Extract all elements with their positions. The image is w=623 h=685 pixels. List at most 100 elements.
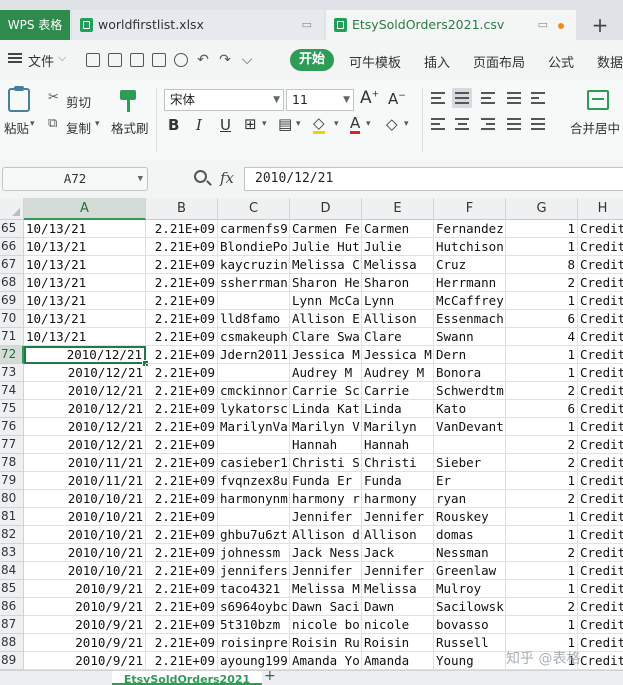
cell-h77[interactable]: Credit	[578, 436, 623, 454]
font-color-icon[interactable]: A	[350, 115, 361, 134]
cell-a70[interactable]: 10/13/21	[24, 310, 146, 328]
row-header[interactable]: 80	[0, 490, 24, 508]
cell-h80[interactable]: Credit	[578, 490, 623, 508]
cell-f68[interactable]: Herrmann	[434, 274, 506, 292]
cell-h86[interactable]: Credit	[578, 598, 623, 616]
zoom-search-icon[interactable]	[194, 170, 207, 183]
font-name-select[interactable]: 宋体 ▼	[164, 89, 284, 111]
copy-button[interactable]: 复制	[66, 118, 91, 137]
cell-c84[interactable]: jennifers	[218, 562, 290, 580]
spreadsheet-grid[interactable]: A B C D E F G H 65 10/13/21 2.21E+09 carmenfs9 Carme…	[0, 198, 623, 670]
cell-a78[interactable]: 2010/11/21	[24, 454, 146, 472]
cell-d72[interactable]: Jessica M	[290, 346, 362, 364]
cell-h84[interactable]: Credit	[578, 562, 623, 580]
cell-a74[interactable]: 2010/12/21	[24, 382, 146, 400]
cell-g86[interactable]: 2	[506, 598, 578, 616]
add-sheet-button[interactable]: +	[264, 668, 276, 684]
row-header[interactable]: 88	[0, 634, 24, 652]
cell-g87[interactable]: 1	[506, 616, 578, 634]
cell-e77[interactable]: Hannah	[362, 436, 434, 454]
cell-c67[interactable]: kaycruzin	[218, 256, 290, 274]
cell-f71[interactable]: Swann	[434, 328, 506, 346]
chevron-down-icon[interactable]: ▾	[30, 119, 35, 129]
cell-a82[interactable]: 2010/10/21	[24, 526, 146, 544]
column-header-b[interactable]: B	[146, 198, 218, 220]
cell-c65[interactable]: carmenfs9	[218, 220, 290, 238]
cell-d83[interactable]: Jack Ness	[290, 544, 362, 562]
cell-b67[interactable]: 2.21E+09	[146, 256, 218, 274]
cell-a67[interactable]: 10/13/21	[24, 256, 146, 274]
cell-c75[interactable]: lykatorsc	[218, 400, 290, 418]
cell-d78[interactable]: Christi S	[290, 454, 362, 472]
cell-g73[interactable]: 1	[506, 364, 578, 382]
cell-b65[interactable]: 2.21E+09	[146, 220, 218, 238]
scissors-icon[interactable]: ✂	[48, 90, 59, 105]
cell-d68[interactable]: Sharon He	[290, 274, 362, 292]
align-center-icon[interactable]	[452, 114, 472, 134]
cell-e73[interactable]: Audrey M	[362, 364, 434, 382]
save-icon[interactable]	[108, 53, 122, 67]
cell-d71[interactable]: Clare Swa	[290, 328, 362, 346]
cell-a76[interactable]: 2010/12/21	[24, 418, 146, 436]
formula-input[interactable]: 2010/12/21	[244, 167, 623, 191]
cell-b77[interactable]: 2.21E+09	[146, 436, 218, 454]
cell-f82[interactable]: domas	[434, 526, 506, 544]
cell-e69[interactable]: Lynn	[362, 292, 434, 310]
italic-icon[interactable]: I	[196, 116, 202, 134]
chevron-down-icon[interactable]: ⌵	[58, 51, 66, 65]
cell-h89[interactable]: Credit	[578, 652, 623, 670]
cell-b75[interactable]: 2.21E+09	[146, 400, 218, 418]
column-header-c[interactable]: C	[218, 198, 290, 220]
cell-a83[interactable]: 2010/10/21	[24, 544, 146, 562]
cell-d88[interactable]: Roisin Ru	[290, 634, 362, 652]
cell-g79[interactable]: 1	[506, 472, 578, 490]
font-size-select[interactable]: 11 ▼	[286, 89, 354, 111]
row-header[interactable]: 78	[0, 454, 24, 472]
row-header[interactable]: 83	[0, 544, 24, 562]
cell-b80[interactable]: 2.21E+09	[146, 490, 218, 508]
row-header[interactable]: 65	[0, 220, 24, 238]
cell-e83[interactable]: Jack	[362, 544, 434, 562]
cell-e70[interactable]: Allison	[362, 310, 434, 328]
cell-d65[interactable]: Carmen Fe	[290, 220, 362, 238]
cell-h70[interactable]: Credit	[578, 310, 623, 328]
cell-d79[interactable]: Funda Er	[290, 472, 362, 490]
cell-e72[interactable]: Jessica M	[362, 346, 434, 364]
chevron-down-icon[interactable]: ▾	[95, 119, 100, 129]
cell-e67[interactable]: Melissa	[362, 256, 434, 274]
cell-c76[interactable]: MarilynVa	[218, 418, 290, 436]
copy-icon[interactable]: ⧉	[48, 116, 57, 131]
cell-d80[interactable]: harmony r	[290, 490, 362, 508]
fx-function-icon[interactable]: fx	[220, 169, 234, 187]
chevron-down-icon[interactable]: ⌵	[240, 53, 254, 67]
tab-page-layout[interactable]: 页面布局	[473, 52, 525, 71]
cell-e68[interactable]: Sharon	[362, 274, 434, 292]
cell-c85[interactable]: taco4321	[218, 580, 290, 598]
row-header[interactable]: 68	[0, 274, 24, 292]
cell-f77[interactable]	[434, 436, 506, 454]
pdf-export-icon[interactable]	[130, 53, 144, 67]
chevron-down-icon[interactable]: ▾	[404, 119, 409, 129]
justify-icon[interactable]	[504, 114, 524, 134]
clear-eraser-icon[interactable]: ◇	[386, 115, 398, 133]
cell-f78[interactable]: Sieber	[434, 454, 506, 472]
cell-d81[interactable]: Jennifer	[290, 508, 362, 526]
cell-c87[interactable]: 5t310bzm	[218, 616, 290, 634]
cell-e65[interactable]: Carmen	[362, 220, 434, 238]
cell-g72[interactable]: 1	[506, 346, 578, 364]
cell-f72[interactable]: Dern	[434, 346, 506, 364]
cell-a73[interactable]: 2010/12/21	[24, 364, 146, 382]
cell-a69[interactable]: 10/13/21	[24, 292, 146, 310]
cell-d66[interactable]: Julie Hut	[290, 238, 362, 256]
cell-e74[interactable]: Carrie	[362, 382, 434, 400]
cell-c73[interactable]	[218, 364, 290, 382]
cell-e82[interactable]: Allison	[362, 526, 434, 544]
cell-e79[interactable]: Funda	[362, 472, 434, 490]
row-header[interactable]: 86	[0, 598, 24, 616]
cell-d69[interactable]: Lynn McCa	[290, 292, 362, 310]
cell-b71[interactable]: 2.21E+09	[146, 328, 218, 346]
cell-a85[interactable]: 2010/9/21	[24, 580, 146, 598]
row-header[interactable]: 84	[0, 562, 24, 580]
cell-a88[interactable]: 2010/9/21	[24, 634, 146, 652]
cell-d70[interactable]: Allison E	[290, 310, 362, 328]
